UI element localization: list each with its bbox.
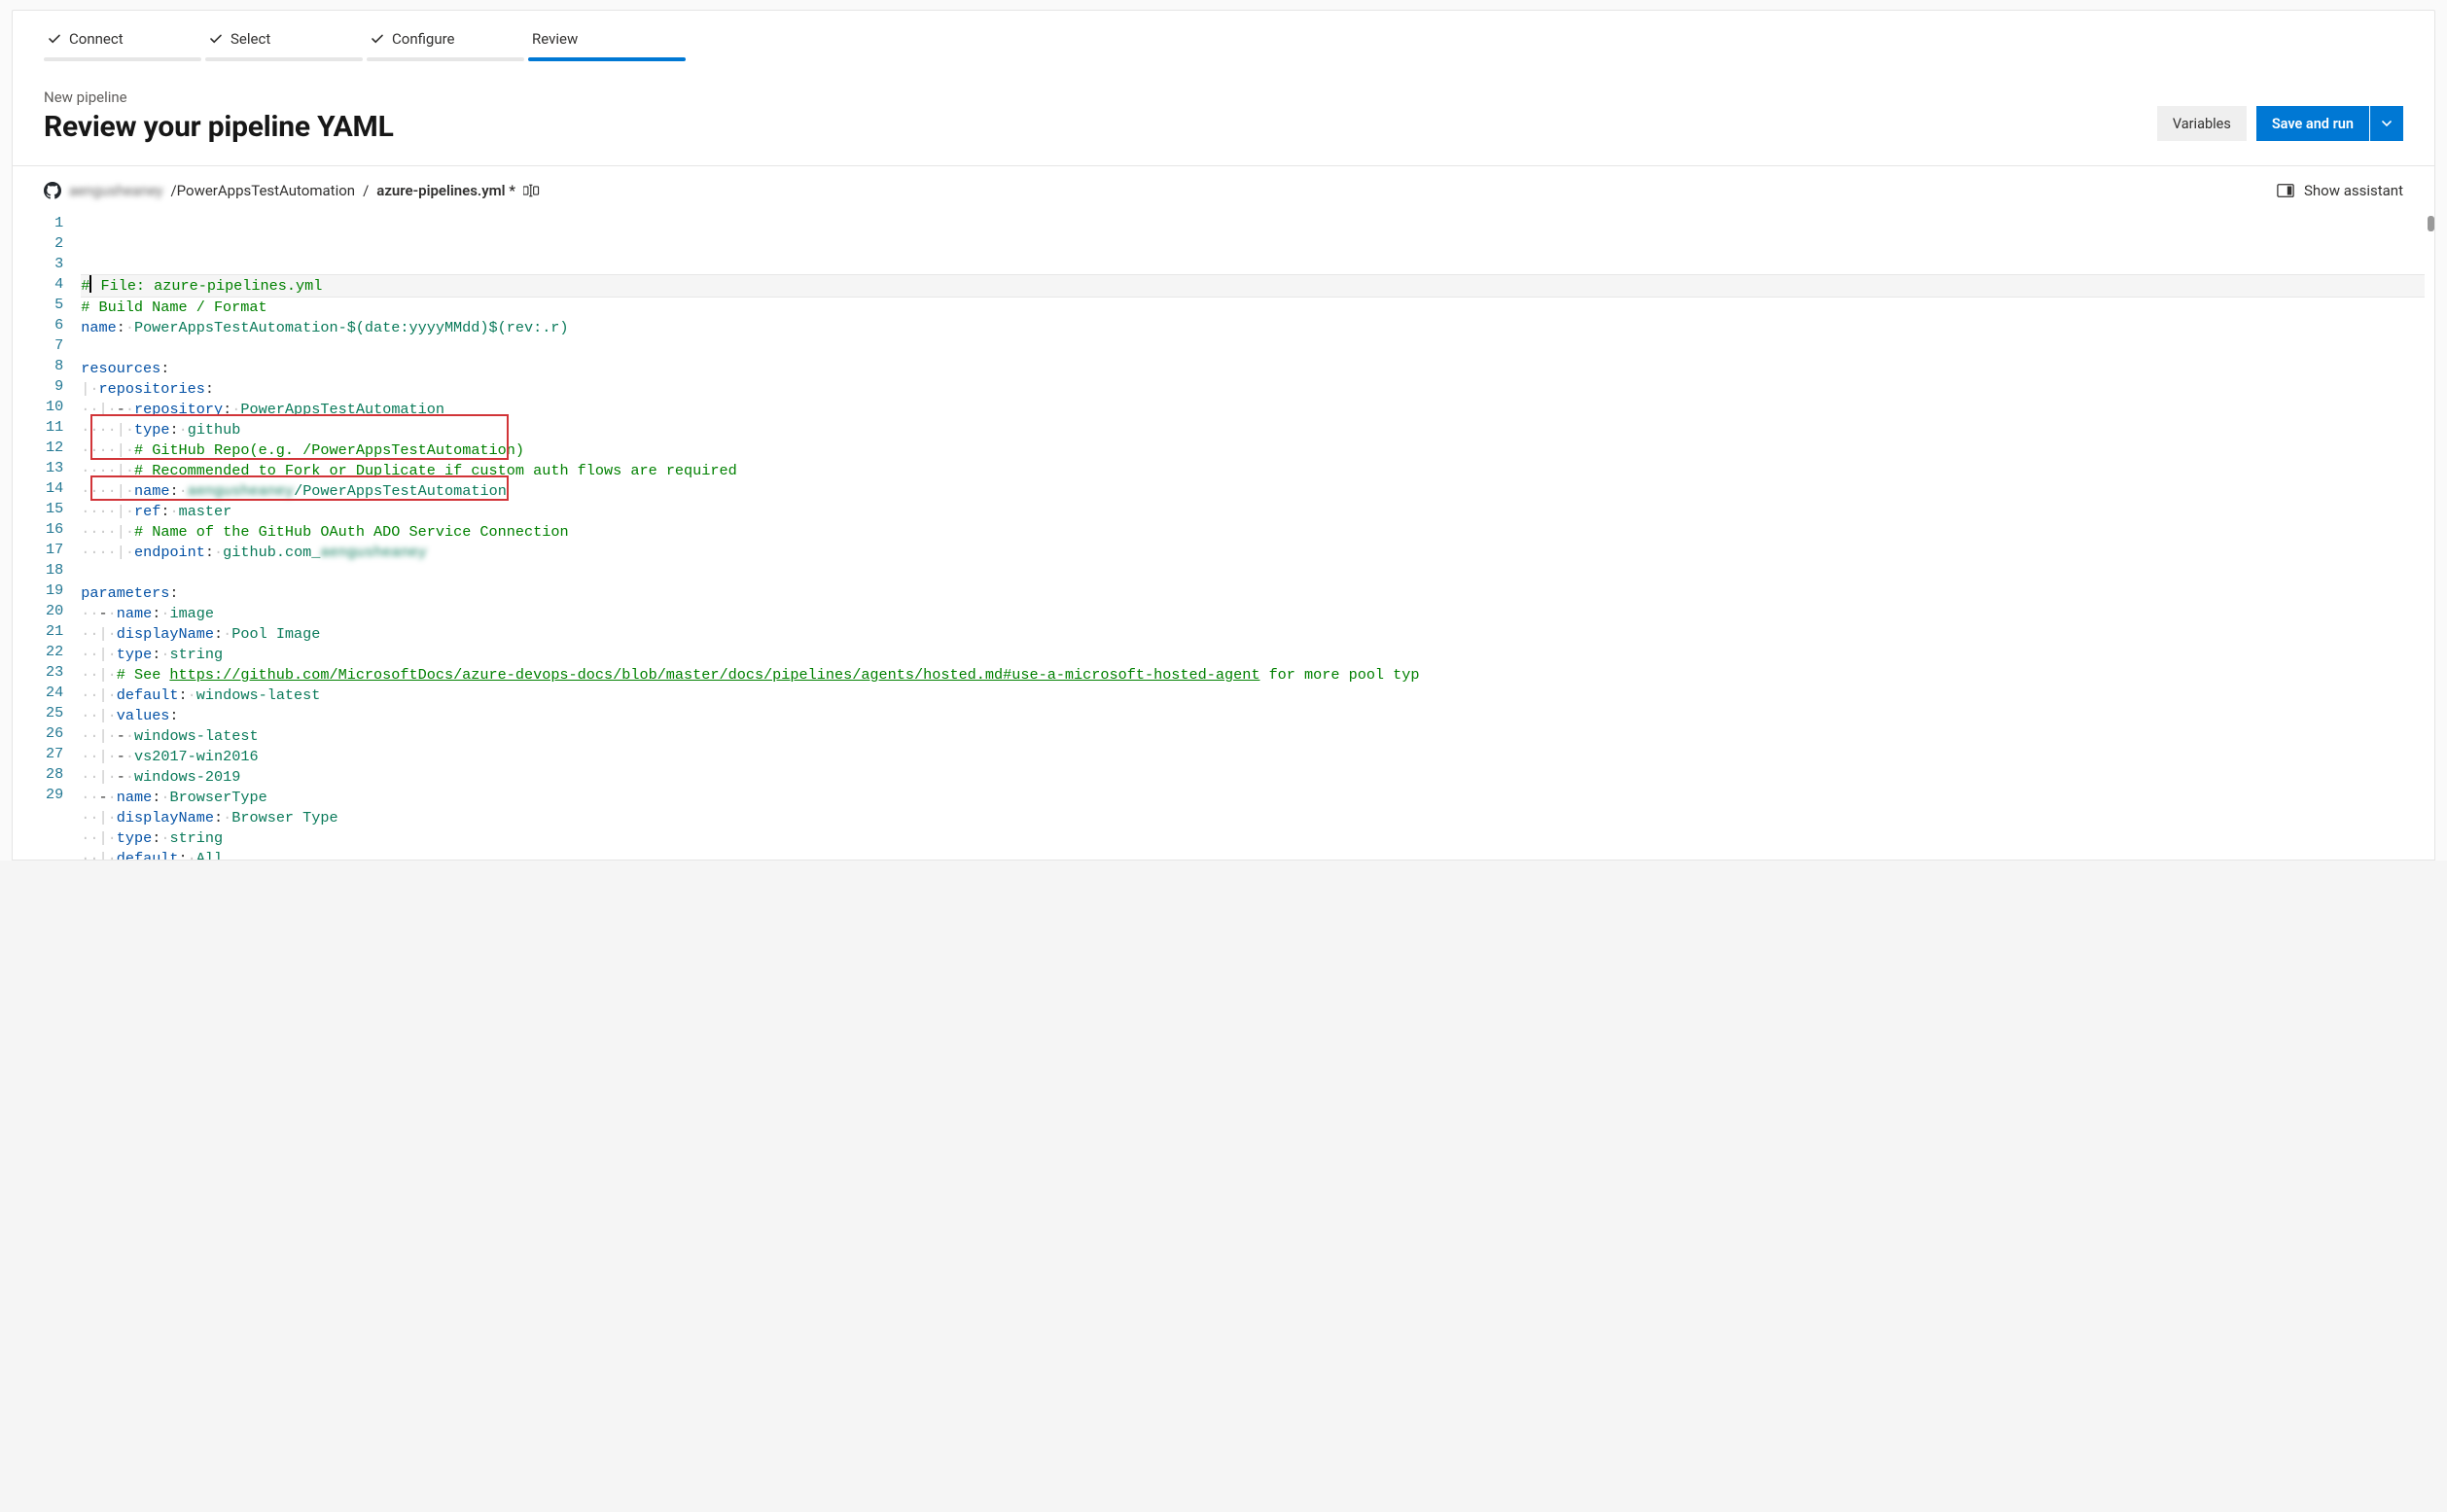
code-line[interactable]: # File: azure-pipelines.yml <box>81 274 2425 298</box>
code-line[interactable]: ····|·ref:·master <box>81 502 2425 522</box>
save-and-run-split-button[interactable]: Save and run <box>2256 106 2403 141</box>
chevron-down-icon <box>2381 118 2393 129</box>
code-line[interactable]: ··|·default:·windows-latest <box>81 686 2425 706</box>
path-edit-icon[interactable] <box>523 184 541 197</box>
code-line[interactable]: ··|·-·windows-latest <box>81 726 2425 747</box>
code-line[interactable]: ····|·# Recommended to Fork or Duplicate… <box>81 461 2425 481</box>
code-line[interactable] <box>81 563 2425 583</box>
code-line[interactable]: ··|·-·windows-2019 <box>81 767 2425 788</box>
code-line[interactable]: ··|·# See https://github.com/MicrosoftDo… <box>81 665 2425 686</box>
repo-owner: aengusheaney <box>69 182 162 199</box>
repo-name: /PowerAppsTestAutomation <box>170 182 355 199</box>
wizard-step-connect[interactable]: Connect <box>44 24 201 61</box>
code-line[interactable]: ··-·name:·BrowserType <box>81 788 2425 808</box>
code-line[interactable]: ··|·-·repository:·PowerAppsTestAutomatio… <box>81 400 2425 420</box>
check-icon <box>209 32 223 46</box>
code-line[interactable]: ··|·type:·string <box>81 645 2425 665</box>
code-line[interactable]: ··|·displayName:·Pool Image <box>81 624 2425 645</box>
check-icon <box>371 32 384 46</box>
code-line[interactable]: ····|·# Name of the GitHub OAuth ADO Ser… <box>81 522 2425 543</box>
code-line[interactable]: parameters: <box>81 583 2425 604</box>
code-line[interactable]: name:·PowerAppsTestAutomation-$(date:yyy… <box>81 318 2425 338</box>
code-line[interactable]: ····|·name:·aengusheaney/PowerAppsTestAu… <box>81 481 2425 502</box>
save-and-run-dropdown[interactable] <box>2370 106 2403 141</box>
wizard-steps: Connect Select Configure Review <box>13 11 2434 61</box>
breadcrumb: New pipeline <box>44 88 2157 106</box>
wizard-step-review[interactable]: Review <box>528 24 686 61</box>
code-line[interactable]: resources: <box>81 359 2425 379</box>
github-icon <box>44 182 61 199</box>
file-name: azure-pipelines.yml * <box>376 182 515 199</box>
code-line[interactable]: ····|·endpoint:·github.com_aengusheaney <box>81 543 2425 563</box>
save-and-run-button[interactable]: Save and run <box>2256 106 2369 141</box>
show-assistant-icon[interactable] <box>2277 183 2294 198</box>
editor-code[interactable]: # File: azure-pipelines.yml# Build Name … <box>81 213 2434 860</box>
code-line[interactable]: ··|·default:·All <box>81 849 2425 860</box>
code-line[interactable]: ····|·type:·github <box>81 420 2425 440</box>
code-line[interactable]: ··|·type:·string <box>81 828 2425 849</box>
code-line[interactable]: ··|·displayName:·Browser Type <box>81 808 2425 828</box>
path-separator: / <box>363 182 369 199</box>
code-line[interactable]: |·repositories: <box>81 379 2425 400</box>
code-line[interactable]: ··|·-·vs2017-win2016 <box>81 747 2425 767</box>
wizard-step-configure[interactable]: Configure <box>367 24 524 61</box>
step-label: Configure <box>392 30 455 48</box>
wizard-step-select[interactable]: Select <box>205 24 363 61</box>
code-line[interactable] <box>81 338 2425 359</box>
editor-gutter: 1234567891011121314151617181920212223242… <box>36 213 81 860</box>
show-assistant-button[interactable]: Show assistant <box>2304 182 2403 199</box>
code-line[interactable]: # Build Name / Format <box>81 298 2425 318</box>
step-label: Select <box>231 30 270 48</box>
yaml-editor[interactable]: 1234567891011121314151617181920212223242… <box>13 213 2434 860</box>
code-line[interactable]: ··|·values: <box>81 706 2425 726</box>
check-icon <box>48 32 61 46</box>
scrollbar-thumb[interactable] <box>2428 216 2434 231</box>
code-line[interactable]: ··-·name:·image <box>81 604 2425 624</box>
step-label: Review <box>532 30 578 48</box>
page-title: Review your pipeline YAML <box>44 110 2157 144</box>
variables-button[interactable]: Variables <box>2157 106 2247 141</box>
step-label: Connect <box>69 30 124 48</box>
code-line[interactable]: ····|·# GitHub Repo(e.g. /PowerAppsTestA… <box>81 440 2425 461</box>
